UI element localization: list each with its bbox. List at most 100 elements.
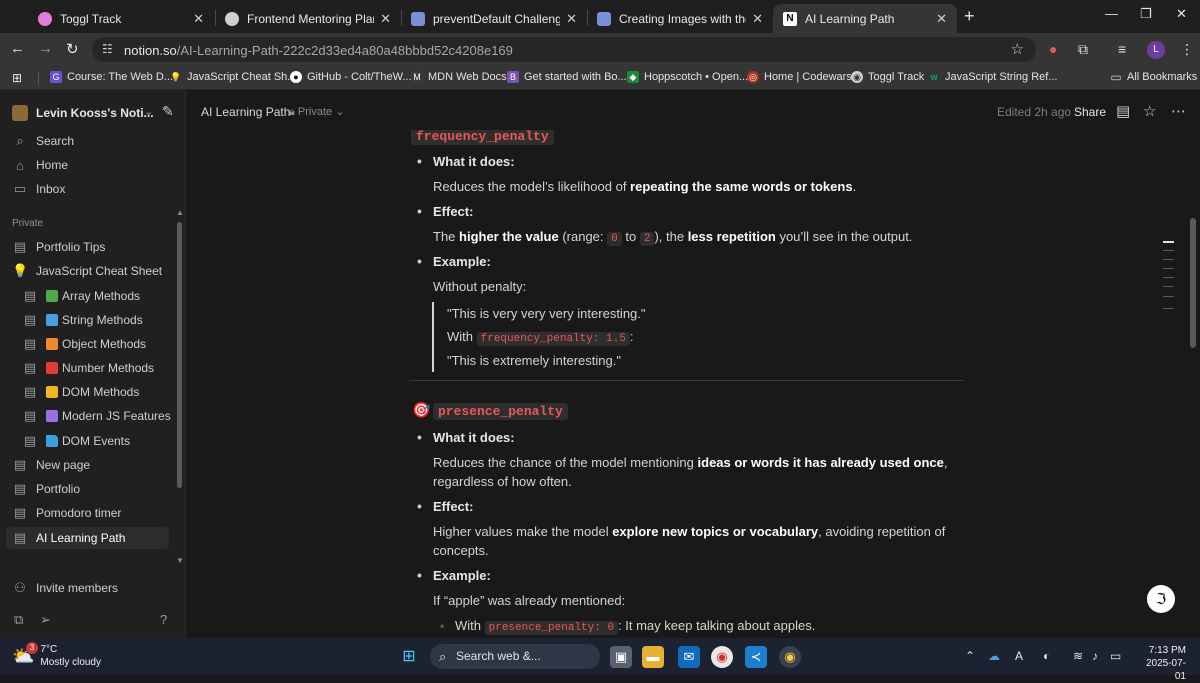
breadcrumb-page-title[interactable]: AI Learning Path: [201, 105, 290, 119]
back-arrow-icon[interactable]: ←: [10, 40, 25, 57]
profile-avatar[interactable]: L: [1147, 41, 1165, 59]
toc-marker-current[interactable]: [1163, 241, 1174, 243]
bookmark-js-cheatsheet[interactable]: 💡 JavaScript Cheat Sh...: [170, 71, 296, 83]
scrimba-icon: [597, 11, 611, 26]
toc-marker[interactable]: [1163, 259, 1174, 260]
bookmark-star-icon[interactable]: ☆: [1011, 40, 1024, 58]
sidebar-scrollbar[interactable]: [177, 222, 182, 488]
scroll-down-arrow-icon[interactable]: ▼: [176, 556, 184, 565]
vscode-icon[interactable]: ≺: [745, 646, 767, 668]
workspace-switcher[interactable]: Levin Kooss's Noti...: [12, 105, 154, 121]
toc-marker[interactable]: [1163, 296, 1174, 297]
templates-icon[interactable]: ⧉: [14, 612, 23, 628]
sidebar-item-inbox[interactable]: ▭ Inbox: [12, 178, 66, 200]
sidebar-item-label: New page: [36, 458, 91, 472]
sidebar-item-portfolio[interactable]: ▤ Portfolio: [12, 478, 80, 500]
new-tab-icon[interactable]: +: [964, 6, 975, 27]
window-close-icon[interactable]: ✕: [1176, 6, 1187, 22]
bookmark-toggl[interactable]: ◉ Toggl Track: [851, 71, 924, 83]
bookmark-course[interactable]: G Course: The Web D...: [50, 71, 173, 83]
reload-icon[interactable]: ↻: [66, 40, 79, 58]
sidebar-item-dom-methods[interactable]: ▤ DOM Methods: [22, 381, 140, 403]
bookmark-mdn[interactable]: M MDN Web Docs: [411, 71, 507, 83]
bookmark-label: JavaScript String Ref...: [945, 71, 1058, 83]
sidebar-item-array-methods[interactable]: ▤ Array Methods: [22, 285, 140, 307]
share-button[interactable]: Share: [1074, 105, 1106, 119]
taskbar-search[interactable]: ⌕ Search web &...: [430, 644, 600, 669]
bookmark-js-string-ref[interactable]: w JavaScript String Ref...: [928, 71, 1058, 83]
sidebar-item-search[interactable]: ⌕ Search: [12, 130, 74, 152]
main-scrollbar[interactable]: [1190, 218, 1196, 348]
system-clock[interactable]: 7:13 PM 2025-07-01: [1136, 644, 1186, 683]
sidebar-item-ai-learning-path[interactable]: ▤ AI Learning Path: [6, 527, 169, 549]
wifi-icon[interactable]: ≋: [1073, 649, 1083, 663]
onedrive-icon[interactable]: ☁: [988, 649, 1000, 663]
bookmark-github[interactable]: ● GitHub - Colt/TheW...: [290, 71, 412, 83]
comments-icon[interactable]: ▤: [1116, 102, 1130, 120]
file-explorer-icon[interactable]: ▬: [642, 646, 664, 668]
toc-marker[interactable]: [1163, 268, 1174, 269]
sidebar-item-pomodoro[interactable]: ▤ Pomodoro timer: [12, 502, 122, 524]
toc-marker[interactable]: [1163, 277, 1174, 278]
forward-arrow-icon[interactable]: →: [38, 40, 53, 57]
tab-frontend-mentoring[interactable]: Frontend Mentoring Plan ✕: [215, 4, 401, 33]
favorite-star-icon[interactable]: ☆: [1143, 102, 1156, 120]
close-icon[interactable]: ✕: [752, 11, 763, 27]
font-a-icon[interactable]: A: [1015, 649, 1023, 663]
new-page-icon[interactable]: ✎: [162, 103, 174, 120]
close-icon[interactable]: ✕: [380, 11, 391, 27]
sidebar-item-home[interactable]: ⌂ Home: [12, 154, 68, 176]
sidebar-item-modern-js[interactable]: ▤ Modern JS Features: [22, 405, 171, 427]
sidebar-item-portfolio-tips[interactable]: ▤ Portfolio Tips: [12, 236, 106, 258]
close-icon[interactable]: ✕: [193, 11, 204, 27]
toc-marker[interactable]: [1163, 308, 1174, 309]
close-icon[interactable]: ✕: [566, 11, 577, 27]
tab-ai-learning-path[interactable]: N AI Learning Path ✕: [773, 4, 957, 33]
sidebar-item-number-methods[interactable]: ▤ Number Methods: [22, 357, 154, 379]
sidebar-item-object-methods[interactable]: ▤ Object Methods: [22, 333, 146, 355]
extension-icon[interactable]: ●: [1049, 41, 1057, 57]
battery-icon[interactable]: ▭: [1110, 649, 1121, 663]
tray-chevron-up-icon[interactable]: ⌃: [965, 649, 975, 663]
tab-preventdefault[interactable]: preventDefault Challenge ✕: [401, 4, 587, 33]
toc-marker[interactable]: [1163, 250, 1174, 251]
menu-kebab-icon[interactable]: ⋮: [1180, 41, 1194, 58]
bookmark-hoppscotch[interactable]: ◆ Hoppscotch • Open...: [627, 71, 748, 83]
sidebar-item-js-cheat-sheet[interactable]: 💡 JavaScript Cheat Sheet: [12, 260, 162, 282]
sidebar-item-label: Inbox: [36, 182, 66, 196]
sidebar-item-label: Pomodoro timer: [36, 506, 122, 520]
maximize-icon[interactable]: ❐: [1140, 6, 1152, 22]
extensions-puzzle-icon[interactable]: ⧉: [1078, 41, 1088, 58]
more-options-icon[interactable]: ⋯: [1171, 102, 1186, 120]
send-icon[interactable]: ➢: [40, 612, 51, 628]
outlook-icon[interactable]: ✉: [678, 646, 700, 668]
close-icon[interactable]: ✕: [936, 11, 947, 27]
chrome-icon[interactable]: ◉: [711, 646, 733, 668]
help-circle-icon[interactable]: ?: [160, 612, 167, 627]
task-view-icon[interactable]: ▣: [610, 646, 632, 668]
ai-assistant-icon[interactable]: ℑ: [1147, 585, 1175, 613]
apps-grid-icon[interactable]: ⊞: [12, 71, 22, 85]
minimize-icon[interactable]: —: [1105, 6, 1118, 21]
tab-dalle[interactable]: Creating Images with the DALL·E ✕: [587, 4, 773, 33]
sidebar-item-string-methods[interactable]: ▤ String Methods: [22, 309, 143, 331]
invite-members-button[interactable]: ⚇ Invite members: [12, 577, 118, 599]
media-control-icon[interactable]: ≡: [1118, 41, 1126, 57]
windows-start-icon[interactable]: ⊞: [398, 646, 420, 668]
bookmark-codewars[interactable]: ◎ Home | Codewars: [747, 71, 852, 83]
bookmark-bootstrap[interactable]: B Get started with Bo...: [507, 71, 627, 83]
chevron-down-icon[interactable]: ⌄: [144, 105, 153, 118]
site-info-icon[interactable]: ☷: [102, 42, 113, 56]
volume-icon[interactable]: ♪: [1092, 649, 1098, 663]
address-bar[interactable]: ☷ notion.so/AI-Learning-Path-222c2d33ed4…: [92, 37, 1036, 62]
scroll-up-arrow-icon[interactable]: ▲: [176, 208, 184, 217]
sidebar-item-new-page[interactable]: ▤ New page: [12, 454, 90, 476]
chrome-profile-icon[interactable]: ◉: [779, 646, 801, 668]
sidebar-item-dom-events[interactable]: ▤ DOM Events: [22, 430, 130, 452]
toc-marker[interactable]: [1163, 286, 1174, 287]
all-bookmarks-folder[interactable]: ▭ All Bookmarks: [1110, 71, 1197, 83]
privacy-dropdown[interactable]: 🔒︎ Private ⌄: [289, 105, 344, 119]
focus-icon[interactable]: ◐: [1043, 649, 1050, 663]
weather-widget[interactable]: ⛅ 3 7°C Mostly cloudy: [12, 642, 101, 669]
tab-toggl-track[interactable]: Toggl Track ✕: [28, 4, 214, 33]
